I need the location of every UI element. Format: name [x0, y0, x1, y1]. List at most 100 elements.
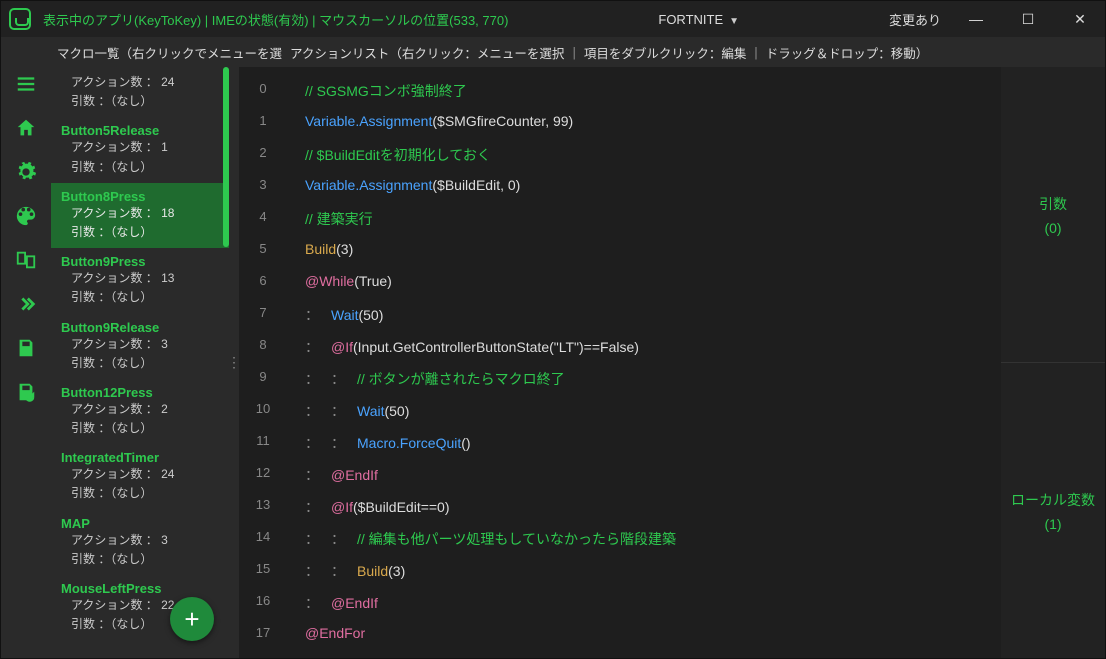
line-content: ：：Wait(50)	[287, 401, 409, 421]
line-number: 0	[239, 81, 287, 96]
macro-meta: アクション数 ： 2引数 ：（なし）	[61, 400, 219, 438]
line-content: ：@If ($BuildEdit==0)	[287, 497, 450, 517]
code-line[interactable]: 16：@EndIf	[239, 587, 1001, 619]
code-line[interactable]: 8：@If (Input.GetControllerButtonState("L…	[239, 331, 1001, 363]
line-number: 5	[239, 241, 287, 256]
macro-meta: アクション数 ： 13引数 ：（なし）	[61, 269, 219, 307]
line-number: 16	[239, 593, 287, 608]
code-line[interactable]: 15：：Build(3)	[239, 555, 1001, 587]
status-text: 表示中のアプリ(KeyToKey) | IMEの状態(有効) | マウスカーソル…	[43, 10, 508, 29]
gear-icon[interactable]	[15, 161, 37, 183]
save-icon[interactable]	[15, 337, 37, 359]
save-reload-icon[interactable]	[15, 381, 37, 403]
code-line[interactable]: 2// $BuildEditを初期化しておく	[239, 139, 1001, 171]
macro-name: MAP	[61, 516, 219, 531]
action-list-header: アクションリスト（右クリック：メニューを選択 ｜ 項目をダブルクリック：編集 ｜…	[290, 43, 928, 62]
line-number: 11	[239, 433, 287, 448]
home-icon[interactable]	[15, 117, 37, 139]
line-content: Variable.Assignment($BuildEdit, 0)	[287, 177, 520, 193]
line-number: 4	[239, 209, 287, 224]
code-line[interactable]: 7：Wait(50)	[239, 299, 1001, 331]
line-number: 10	[239, 401, 287, 416]
macro-meta: アクション数 ： 18引数 ：（なし）	[61, 204, 219, 242]
macro-item[interactable]: アクション数 ： 24引数 ：（なし）	[51, 67, 229, 117]
line-number: 8	[239, 337, 287, 352]
line-number: 7	[239, 305, 287, 320]
code-line[interactable]: 14：：// 編集も他パーツ処理もしていなかったら階段建築	[239, 523, 1001, 555]
local-vars-panel[interactable]: ローカル変数 (1)	[1001, 362, 1105, 658]
maximize-button[interactable]: ☐	[1011, 11, 1045, 28]
line-content: @While (True)	[287, 273, 392, 289]
line-number: 9	[239, 369, 287, 384]
menu-icon[interactable]	[15, 73, 37, 95]
macro-item[interactable]: Button9Releaseアクション数 ： 3引数 ：（なし）	[51, 314, 229, 379]
code-line[interactable]: 12：@EndIf	[239, 459, 1001, 491]
macro-item[interactable]: Button9Pressアクション数 ： 13引数 ：（なし）	[51, 248, 229, 313]
macro-item[interactable]: MAPアクション数 ： 3引数 ：（なし）	[51, 510, 229, 575]
macro-icon[interactable]	[15, 249, 37, 271]
macro-name: Button8Press	[61, 189, 219, 204]
profile-selector[interactable]: FORTNITE▼	[508, 12, 889, 27]
line-number: 13	[239, 497, 287, 512]
code-line[interactable]: 3Variable.Assignment($BuildEdit, 0)	[239, 171, 1001, 203]
line-content: @EndFor	[287, 625, 365, 641]
close-button[interactable]: ✕	[1063, 11, 1097, 28]
macro-list[interactable]: アクション数 ： 24引数 ：（なし）Button5Releaseアクション数 …	[51, 67, 229, 658]
line-number: 3	[239, 177, 287, 192]
line-number: 14	[239, 529, 287, 544]
line-content: ：：Build(3)	[287, 561, 405, 581]
macro-meta: アクション数 ： 3引数 ：（なし）	[61, 531, 219, 569]
right-panel: 引数 (0) ローカル変数 (1)	[1001, 67, 1105, 658]
app-logo-icon	[9, 8, 31, 30]
macro-name: IntegratedTimer	[61, 450, 219, 465]
macro-meta: アクション数 ： 24引数 ：（なし）	[61, 465, 219, 503]
subheader: マクロ一覧（右クリックでメニューを選 アクションリスト（右クリック：メニューを選…	[1, 37, 1105, 67]
macro-item[interactable]: Button5Releaseアクション数 ： 1引数 ：（なし）	[51, 117, 229, 182]
code-line[interactable]: 17@EndFor	[239, 619, 1001, 651]
add-button[interactable]: +	[170, 597, 214, 641]
line-number: 6	[239, 273, 287, 288]
line-content: ：@EndIf	[287, 465, 378, 485]
code-line[interactable]: 9：：// ボタンが離されたらマクロ終了	[239, 363, 1001, 395]
code-line[interactable]: 11：：Macro.ForceQuit()	[239, 427, 1001, 459]
minimize-button[interactable]: —	[959, 11, 993, 27]
line-number: 1	[239, 113, 287, 128]
line-content: ：@If (Input.GetControllerButtonState("LT…	[287, 337, 639, 357]
macro-name: Button9Release	[61, 320, 219, 335]
line-content: // 建築実行	[287, 209, 373, 229]
line-number: 17	[239, 625, 287, 640]
code-line[interactable]: 5Build(3)	[239, 235, 1001, 267]
more-icon[interactable]	[15, 293, 37, 315]
code-line[interactable]: 0// SGSMGコンボ強制終了	[239, 75, 1001, 107]
macro-meta: アクション数 ： 1引数 ：（なし）	[61, 138, 219, 176]
code-line[interactable]: 4// 建築実行	[239, 203, 1001, 235]
scrollbar-thumb[interactable]	[223, 67, 229, 247]
code-line[interactable]: 6@While (True)	[239, 267, 1001, 299]
macro-item[interactable]: IntegratedTimerアクション数 ： 24引数 ：（なし）	[51, 444, 229, 509]
nav-rail	[1, 67, 51, 658]
line-content: ：Wait(50)	[287, 305, 383, 325]
macro-item[interactable]: Button12Pressアクション数 ： 2引数 ：（なし）	[51, 379, 229, 444]
macro-name: Button9Press	[61, 254, 219, 269]
line-content: // SGSMGコンボ強制終了	[287, 81, 467, 101]
code-line[interactable]: 1Variable.Assignment($SMGfireCounter, 99…	[239, 107, 1001, 139]
args-panel[interactable]: 引数 (0)	[1001, 67, 1105, 362]
macro-list-header: マクロ一覧（右クリックでメニューを選	[57, 43, 282, 62]
line-content: ：：Macro.ForceQuit()	[287, 433, 471, 453]
line-number: 15	[239, 561, 287, 576]
line-content: ：：// 編集も他パーツ処理もしていなかったら階段建築	[287, 529, 676, 549]
line-content: ：：// ボタンが離されたらマクロ終了	[287, 369, 565, 389]
palette-icon[interactable]	[15, 205, 37, 227]
macro-item[interactable]: Button8Pressアクション数 ： 18引数 ：（なし）	[51, 183, 229, 248]
macro-meta: アクション数 ： 3引数 ：（なし）	[61, 335, 219, 373]
line-content: Build(3)	[287, 241, 353, 257]
line-content: Variable.Assignment($SMGfireCounter, 99)	[287, 113, 573, 129]
code-line[interactable]: 10：：Wait(50)	[239, 395, 1001, 427]
chevron-down-icon: ▼	[729, 16, 739, 27]
macro-name: Button5Release	[61, 123, 219, 138]
code-line[interactable]: 13：@If ($BuildEdit==0)	[239, 491, 1001, 523]
macro-name: MouseLeftPress	[61, 581, 219, 596]
splitter-handle[interactable]: ⋮	[229, 67, 239, 658]
changed-label: 変更あり	[889, 10, 941, 29]
code-editor[interactable]: 0// SGSMGコンボ強制終了1Variable.Assignment($SM…	[239, 67, 1001, 658]
